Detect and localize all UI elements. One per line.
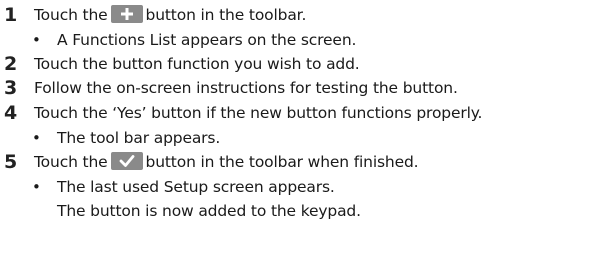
bullet-marker: •: [32, 178, 41, 196]
bullet-marker: •: [32, 129, 41, 147]
step-text: Touch the button in the toolbar.: [34, 5, 307, 24]
step-text: Touch the button function you wish to ad…: [34, 55, 360, 73]
bullet-text: The tool bar appears.: [57, 129, 221, 147]
step-number: 1: [4, 4, 18, 26]
step-number: 4: [4, 102, 18, 124]
step-number: 3: [4, 77, 18, 99]
instruction-steps: 1 Touch the button in the toolbar. • A Fu…: [0, 0, 595, 269]
step-text: Follow the on-screen instructions for te…: [34, 79, 458, 97]
step-text: Touch the ‘Yes’ button if the new button…: [34, 104, 483, 122]
bullet-text: A Functions List appears on the screen.: [57, 31, 357, 49]
step-text: Touch the button in the toolbar when fini…: [34, 152, 419, 171]
step-number: 2: [4, 53, 18, 75]
bullet-marker: •: [32, 31, 41, 49]
checkmark-icon: [110, 152, 143, 170]
continuation-text: The button is now added to the keypad.: [57, 202, 361, 220]
bullet-text: The last used Setup screen appears.: [57, 178, 335, 196]
plus-icon: [110, 5, 143, 23]
step-number: 5: [4, 151, 18, 173]
